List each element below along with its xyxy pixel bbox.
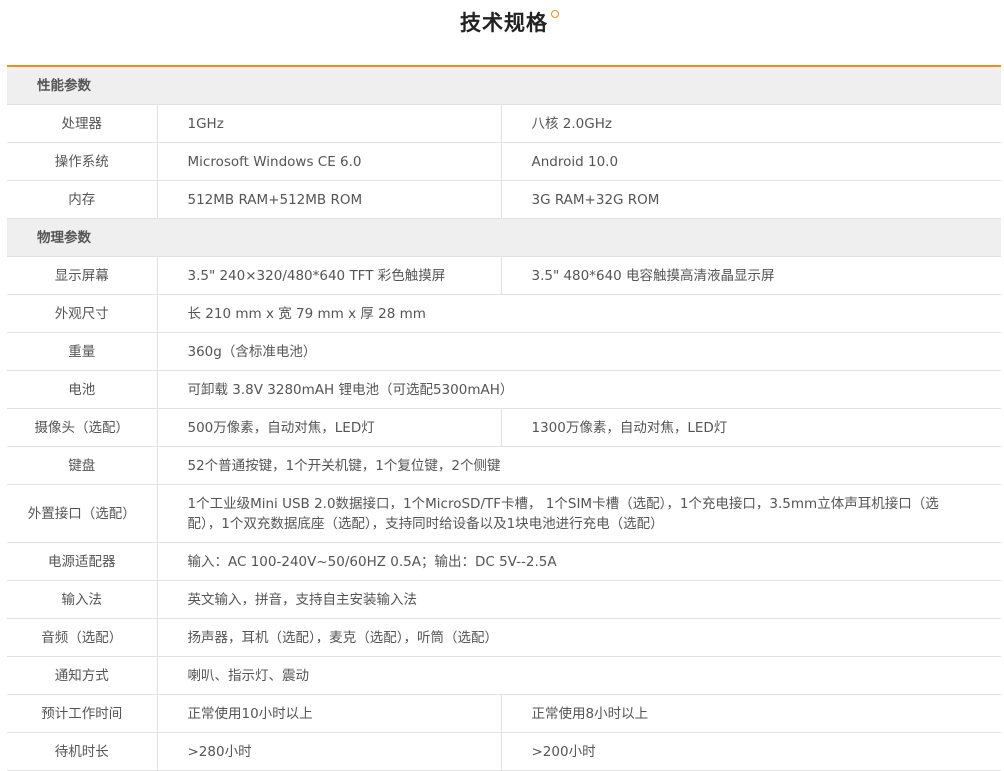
row-label: 键盘 <box>7 446 158 485</box>
row-value: >280小时 <box>157 732 502 771</box>
row-value-alt: 3.5" 480*640 电容触摸高清液晶显示屏 <box>501 256 1002 295</box>
section-header-performance: 性能参数 <box>7 67 1002 105</box>
section-title: 性能参数 <box>7 67 1002 105</box>
row-value-alt: >200小时 <box>501 732 1002 771</box>
row-value: 扬声器，耳机（选配），麦克（选配），听筒（选配） <box>157 618 1002 657</box>
row-value: 英文输入，拼音，支持自主安装输入法 <box>157 580 1002 619</box>
row-value: 输入：AC 100-240V~50/60HZ 0.5A；输出：DC 5V--2.… <box>157 542 1002 581</box>
table-row: 输入法 英文输入，拼音，支持自主安装输入法 <box>7 580 1002 619</box>
row-label: 电源适配器 <box>7 542 158 581</box>
row-label: 外观尺寸 <box>7 294 158 333</box>
row-label: 输入法 <box>7 580 158 619</box>
row-value-alt: 正常使用8小时以上 <box>501 694 1002 733</box>
page-title: 技术规格 <box>460 11 548 35</box>
table-row: 重量 360g（含标准电池） <box>7 332 1002 371</box>
row-value: 512MB RAM+512MB ROM <box>157 180 502 219</box>
table-row: 待机时长 >280小时 >200小时 <box>7 732 1002 771</box>
row-value: 1GHz <box>157 104 502 143</box>
row-value: 喇叭、指示灯、震动 <box>157 656 1002 695</box>
row-value: 500万像素，自动对焦，LED灯 <box>157 408 502 447</box>
row-label: 摄像头（选配） <box>7 408 158 447</box>
row-value: Microsoft Windows CE 6.0 <box>157 142 502 181</box>
table-row: 键盘 52个普通按键，1个开关机键，1个复位键，2个侧键 <box>7 446 1002 485</box>
table-row: 操作系统 Microsoft Windows CE 6.0 Android 10… <box>7 142 1002 181</box>
row-value: 52个普通按键，1个开关机键，1个复位键，2个侧键 <box>157 446 1002 485</box>
table-row: 内存 512MB RAM+512MB ROM 3G RAM+32G ROM <box>7 180 1002 219</box>
row-value: 3.5" 240×320/480*640 TFT 彩色触摸屏 <box>157 256 502 295</box>
table-row: 预计工作时间 正常使用10小时以上 正常使用8小时以上 <box>7 694 1002 733</box>
row-value: 正常使用10小时以上 <box>157 694 502 733</box>
row-value-alt: 3G RAM+32G ROM <box>501 180 1002 219</box>
row-value-alt: 八核 2.0GHz <box>501 104 1002 143</box>
row-value: 长 210 mm x 宽 79 mm x 厚 28 mm <box>157 294 1002 333</box>
row-label: 音频（选配） <box>7 618 158 657</box>
row-value: 1个工业级Mini USB 2.0数据接口，1个MicroSD/TF卡槽， 1个… <box>157 484 1002 543</box>
row-label: 处理器 <box>7 104 158 143</box>
row-label: 重量 <box>7 332 158 371</box>
table-row: 处理器 1GHz 八核 2.0GHz <box>7 104 1002 143</box>
row-label: 显示屏幕 <box>7 256 158 295</box>
table-row: 音频（选配） 扬声器，耳机（选配），麦克（选配），听筒（选配） <box>7 618 1002 657</box>
table-row: 通知方式 喇叭、指示灯、震动 <box>7 656 1002 695</box>
row-label: 预计工作时间 <box>7 694 158 733</box>
section-title: 物理参数 <box>7 218 1002 257</box>
table-row: 显示屏幕 3.5" 240×320/480*640 TFT 彩色触摸屏 3.5"… <box>7 256 1002 295</box>
table-row: 电池 可卸载 3.8V 3280mAH 锂电池（可选配5300mAH） <box>7 370 1002 409</box>
row-label: 内存 <box>7 180 158 219</box>
row-label: 外置接口（选配） <box>7 484 158 543</box>
table-row: 外观尺寸 长 210 mm x 宽 79 mm x 厚 28 mm <box>7 294 1002 333</box>
table-row: 摄像头（选配） 500万像素，自动对焦，LED灯 1300万像素，自动对焦，LE… <box>7 408 1002 447</box>
table-row: 外置接口（选配） 1个工业级Mini USB 2.0数据接口，1个MicroSD… <box>7 484 1002 543</box>
row-label: 电池 <box>7 370 158 409</box>
spec-table: 性能参数 处理器 1GHz 八核 2.0GHz 操作系统 Microsoft W… <box>7 67 1002 771</box>
row-value: 360g（含标准电池） <box>157 332 1002 371</box>
row-label: 通知方式 <box>7 656 158 695</box>
row-label: 待机时长 <box>7 732 158 771</box>
title-area: 技术规格 <box>0 0 1004 66</box>
section-header-physical: 物理参数 <box>7 218 1002 257</box>
row-value: 可卸载 3.8V 3280mAH 锂电池（可选配5300mAH） <box>157 370 1002 409</box>
row-value-alt: 1300万像素，自动对焦，LED灯 <box>501 408 1002 447</box>
table-row: 电源适配器 输入：AC 100-240V~50/60HZ 0.5A；输出：DC … <box>7 542 1002 581</box>
title-dot-icon <box>551 10 559 18</box>
row-value-alt: Android 10.0 <box>501 142 1002 181</box>
row-label: 操作系统 <box>7 142 158 181</box>
